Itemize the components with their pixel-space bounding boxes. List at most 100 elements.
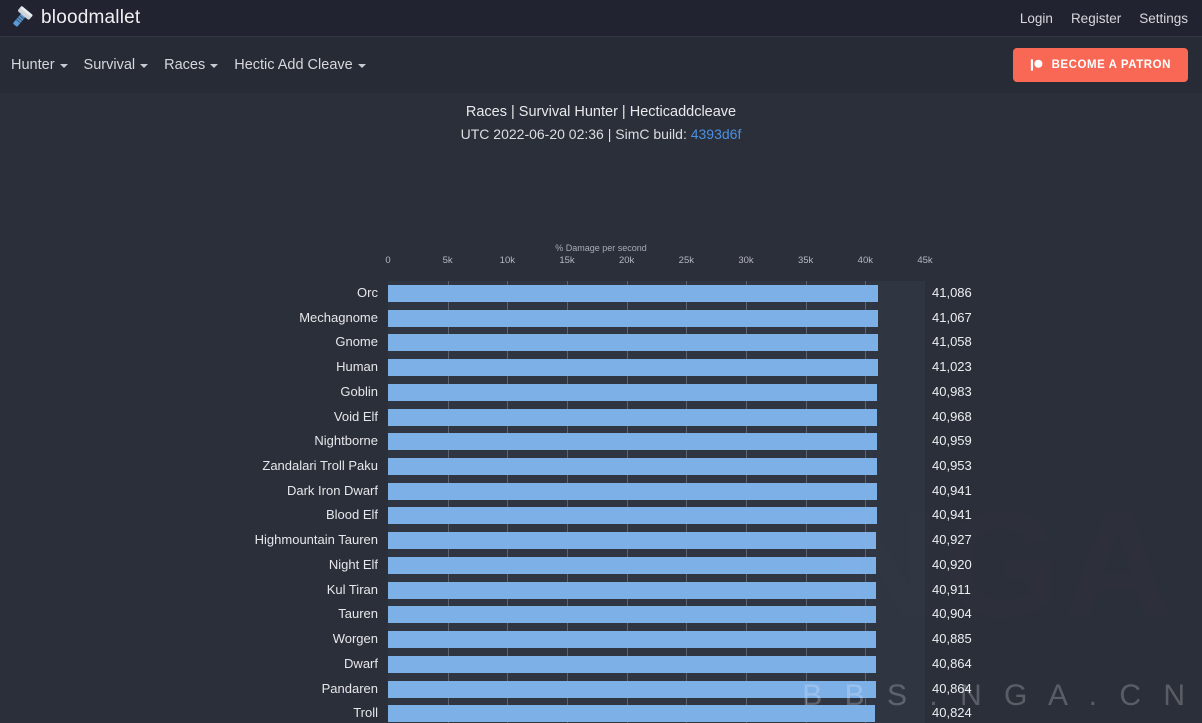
bar-value-label: 40,927 <box>932 532 972 548</box>
nav-survival[interactable]: Survival <box>83 54 150 76</box>
build-meta: UTC 2022-06-20 02:36 | SimC build: 4393d… <box>0 123 1202 145</box>
table-row[interactable]: Highmountain Tauren 40,927 <box>0 528 1202 553</box>
table-row[interactable]: Tauren 40,904 <box>0 602 1202 627</box>
chevron-down-icon <box>59 64 68 68</box>
race-label: Mechagnome <box>299 309 378 325</box>
nav-hunter[interactable]: Hunter <box>10 54 69 76</box>
race-label: Human <box>336 359 378 375</box>
nav-hectic-add-cleave[interactable]: Hectic Add Cleave <box>233 54 366 76</box>
bar[interactable] <box>388 309 879 327</box>
watermark-text: B B S . N G A . C N <box>802 679 1192 712</box>
bar-track <box>388 380 925 405</box>
race-label: Blood Elf <box>325 507 378 523</box>
bar[interactable] <box>388 383 878 401</box>
chevron-down-icon <box>140 64 149 68</box>
bar[interactable] <box>388 359 878 377</box>
page-title: Races | Survival Hunter | Hecticaddcleav… <box>465 104 737 120</box>
bar-track <box>388 578 925 603</box>
races-dps-bar-chart: % Damage per second 0 5k 10k 15k 20k 25k 30k 35… <box>0 243 1202 723</box>
bar[interactable] <box>388 556 877 574</box>
table-row[interactable]: Nightborne 40,959 <box>0 429 1202 454</box>
x-axis-ticks: 0 5k 10k 15k 20k 25k 30k 35k 40k 45k <box>0 255 1202 271</box>
content-area: Races | Survival Hunter | Hecticaddcleav… <box>0 93 1202 723</box>
bar-value-label: 41,067 <box>932 309 972 325</box>
nav-hectic-add-cleave-label: Hectic Add Cleave <box>234 57 353 73</box>
bar-value-label: 41,058 <box>932 334 972 350</box>
table-row[interactable]: Zandalari Troll Paku 40,953 <box>0 454 1202 479</box>
bar-value-label: 41,086 <box>932 285 972 300</box>
table-row[interactable]: Goblin 40,983 <box>0 380 1202 405</box>
x-tick-label: 20k <box>618 255 635 266</box>
table-row[interactable]: Orc 41,086 <box>0 281 1202 306</box>
build-meta-text: UTC 2022-06-20 02:36 | SimC build: <box>460 126 691 142</box>
bar-value-label: 40,953 <box>932 458 972 474</box>
bar-track <box>388 528 925 553</box>
bar-value-label: 40,941 <box>932 482 972 498</box>
nav-hunter-label: Hunter <box>11 57 55 73</box>
chevron-down-icon <box>357 64 366 68</box>
bar[interactable] <box>388 655 876 673</box>
chevron-down-icon <box>210 64 219 68</box>
bar[interactable] <box>388 631 876 649</box>
table-row[interactable]: Night Elf 40,920 <box>0 553 1202 578</box>
x-tick-label: 45k <box>917 255 933 266</box>
table-row[interactable]: Gnome 41,058 <box>0 330 1202 355</box>
table-row[interactable]: Kul Tiran 40,911 <box>0 578 1202 603</box>
bar[interactable] <box>388 458 877 476</box>
nav-races[interactable]: Races <box>163 54 219 76</box>
patron-label: BECOME A PATRON <box>1051 59 1171 71</box>
bar[interactable] <box>388 482 877 500</box>
chart-titles: Races | Survival Hunter | Hecticaddcleav… <box>0 93 1202 145</box>
bar[interactable] <box>388 507 877 525</box>
bar[interactable] <box>388 408 877 426</box>
bar[interactable] <box>388 285 879 302</box>
x-axis-title: % Damage per second <box>555 243 647 253</box>
x-tick-label: 30k <box>738 255 754 266</box>
bar-value-label: 40,920 <box>932 556 972 572</box>
bar-track <box>388 602 925 627</box>
bar-track <box>388 454 925 479</box>
x-tick-label: 15k <box>559 255 575 266</box>
topbar-links: Login Register Settings <box>1020 11 1188 26</box>
bar-value-label: 40,885 <box>932 631 972 647</box>
brand[interactable]: bloodmallet <box>8 5 140 31</box>
table-row[interactable]: Dwarf 40,864 <box>0 652 1202 677</box>
bar[interactable] <box>388 532 877 550</box>
table-row[interactable]: Blood Elf 40,941 <box>0 503 1202 528</box>
nav-races-label: Races <box>164 57 206 73</box>
settings-link[interactable]: Settings <box>1139 11 1188 26</box>
patreon-icon <box>1030 59 1043 71</box>
table-row[interactable]: Human 41,023 <box>0 355 1202 380</box>
table-row[interactable]: Worgen 40,885 <box>0 627 1202 652</box>
bar-track <box>388 652 925 677</box>
race-label: Dark Iron Dwarf <box>286 482 378 498</box>
race-label: Goblin <box>340 383 378 399</box>
bar-track <box>388 627 925 652</box>
bar-track <box>388 281 925 306</box>
race-label: Tauren <box>338 606 378 622</box>
race-label: Gnome <box>335 334 378 350</box>
race-label: Zandalari Troll Paku <box>262 458 378 474</box>
bar[interactable] <box>388 606 877 624</box>
bar-rows: Orc 41,086 Mechagnome 41,067 Gnome 41,058 Huma… <box>0 281 1202 723</box>
x-tick-label: 35k <box>797 255 814 266</box>
race-label: Night Elf <box>328 556 378 572</box>
bar-value-label: 40,864 <box>932 655 972 671</box>
race-label: Void Elf <box>333 408 378 424</box>
table-row[interactable]: Dark Iron Dwarf 40,941 <box>0 479 1202 504</box>
register-link[interactable]: Register <box>1071 11 1121 26</box>
top-bar: bloodmallet Login Register Settings <box>0 0 1202 36</box>
bar-value-label: 40,968 <box>932 408 972 424</box>
bar-track <box>388 503 925 528</box>
table-row[interactable]: Void Elf 40,968 <box>0 405 1202 430</box>
simc-build-link[interactable]: 4393d6f <box>691 126 742 142</box>
become-a-patron-button[interactable]: BECOME A PATRON <box>1012 48 1188 82</box>
bar[interactable] <box>388 581 877 599</box>
mallet-icon <box>13 6 33 27</box>
bar[interactable] <box>388 334 878 352</box>
bar-track <box>388 306 925 331</box>
login-link[interactable]: Login <box>1020 11 1053 26</box>
bar[interactable] <box>388 433 877 451</box>
table-row[interactable]: Mechagnome 41,067 <box>0 306 1202 331</box>
race-label: Dwarf <box>344 655 378 671</box>
